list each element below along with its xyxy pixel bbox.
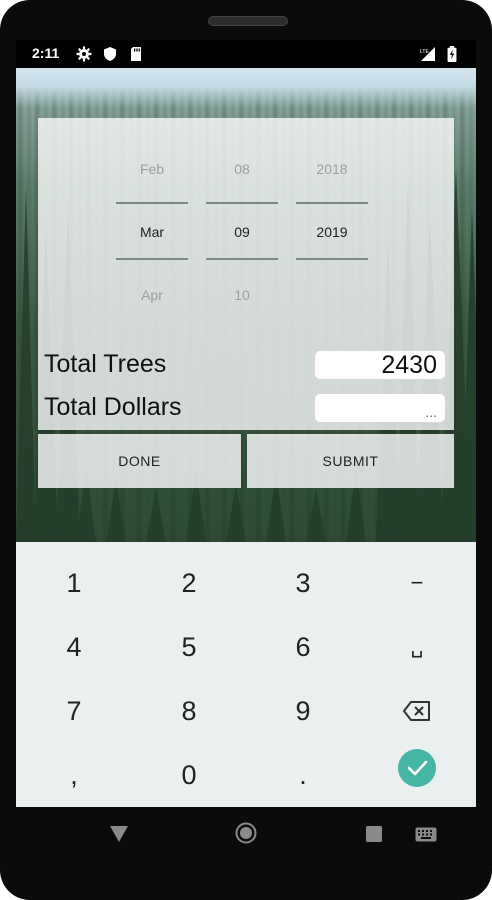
day-prev[interactable]: 08 [206, 161, 278, 177]
enter-key[interactable] [362, 744, 472, 806]
status-time: 2:11 [32, 45, 60, 61]
key-8[interactable]: 8 [134, 680, 244, 742]
month-divider-top [116, 202, 188, 204]
cell-signal-icon: LTE [420, 47, 435, 61]
key-9[interactable]: 9 [248, 680, 358, 742]
total-trees-input[interactable]: 2430 [314, 350, 446, 380]
total-dollars-input[interactable]: ... [314, 393, 446, 423]
key-2[interactable]: 2 [134, 552, 244, 614]
phone-frame: 2:11 LTE Feb Mar Apr 08 09 10 2018 2019 … [0, 0, 492, 900]
backspace-icon [403, 701, 430, 721]
year-prev[interactable]: 2018 [296, 161, 368, 177]
status-bar: 2:11 LTE [16, 40, 476, 68]
date-picker[interactable]: Feb Mar Apr 08 09 10 2018 2019 [38, 118, 454, 348]
checkmark-icon [398, 749, 436, 787]
total-dollars-label: Total Dollars [44, 393, 182, 421]
key-7[interactable]: 7 [19, 680, 129, 742]
settings-gear-icon [76, 46, 92, 62]
backspace-key[interactable] [362, 680, 472, 742]
done-button[interactable]: DONE [38, 434, 241, 488]
day-divider-top [206, 202, 278, 204]
key-5[interactable]: 5 [134, 616, 244, 678]
year-selected[interactable]: 2019 [296, 224, 368, 240]
earpiece-speaker [208, 16, 288, 26]
svg-text:LTE: LTE [420, 49, 429, 55]
sd-card-icon [131, 47, 141, 61]
screen: 2:11 LTE Feb Mar Apr 08 09 10 2018 2019 … [16, 40, 476, 807]
month-next[interactable]: Apr [116, 287, 188, 303]
battery-charging-icon [447, 46, 457, 62]
navigation-bar [16, 807, 476, 859]
key-0[interactable]: 0 [134, 744, 244, 806]
key-minus[interactable]: − [362, 552, 472, 614]
key-3[interactable]: 3 [248, 552, 358, 614]
key-6[interactable]: 6 [248, 616, 358, 678]
shield-icon [104, 47, 116, 61]
year-divider-top [296, 202, 368, 204]
key-4[interactable]: 4 [19, 616, 129, 678]
month-selected[interactable]: Mar [116, 224, 188, 240]
month-divider-bottom [116, 258, 188, 260]
submit-button[interactable]: SUBMIT [247, 434, 454, 488]
day-divider-bottom [206, 258, 278, 260]
key-period[interactable]: . [248, 744, 358, 806]
year-divider-bottom [296, 258, 368, 260]
key-comma[interactable]: , [19, 744, 129, 806]
home-circle-icon[interactable] [235, 822, 257, 844]
numeric-keyboard: 1 2 3 − 4 5 6 ␣ 7 8 9 , 0 . [16, 542, 476, 807]
total-trees-label: Total Trees [44, 350, 167, 378]
month-prev[interactable]: Feb [116, 161, 188, 177]
key-1[interactable]: 1 [19, 552, 129, 614]
day-next[interactable]: 10 [206, 287, 278, 303]
key-space[interactable]: ␣ [362, 616, 472, 678]
day-selected[interactable]: 09 [206, 224, 278, 240]
recents-square-icon[interactable] [365, 825, 383, 843]
keyboard-switch-icon[interactable] [415, 827, 437, 842]
back-triangle-icon[interactable] [109, 825, 129, 843]
